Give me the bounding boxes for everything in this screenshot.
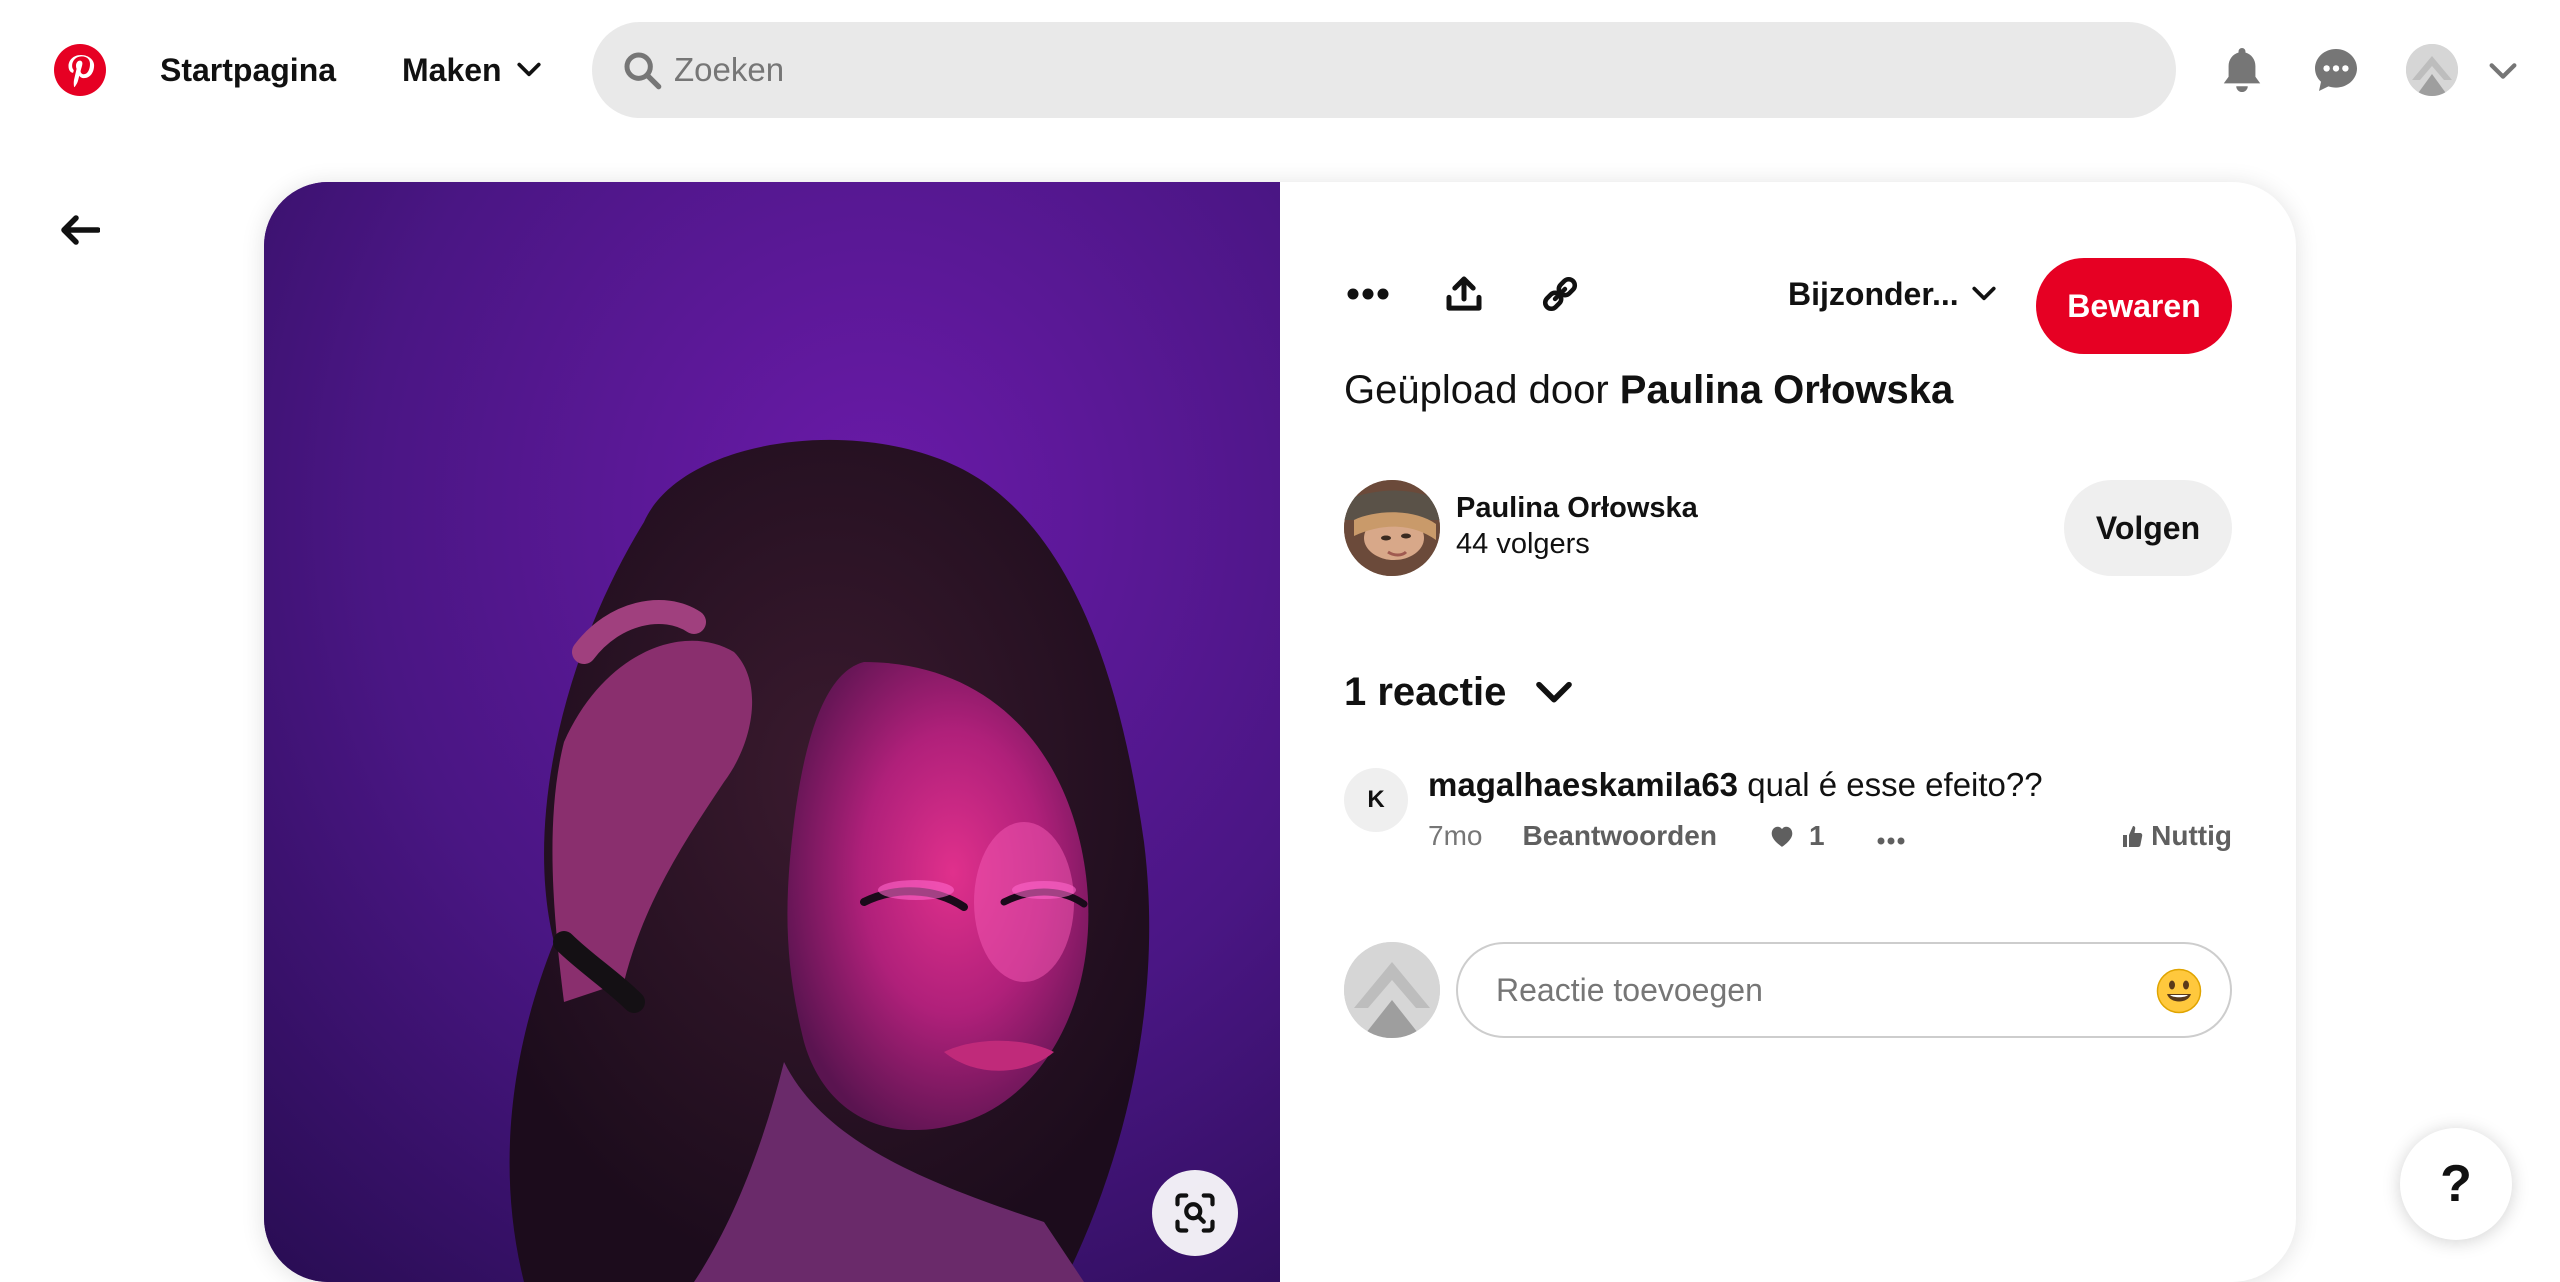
copy-link-button[interactable] [1524, 258, 1596, 330]
more-options-icon [1877, 837, 1905, 845]
pinterest-logo-icon[interactable] [54, 44, 106, 96]
notifications-bell-icon [2223, 47, 2261, 93]
more-options-button[interactable] [1332, 258, 1404, 330]
pin-details: Bijzonder... Bewaren Geüpload door Pauli… [1280, 182, 2296, 1282]
share-button[interactable] [1428, 258, 1500, 330]
search-bar[interactable] [592, 22, 2176, 118]
uploaded-by-prefix: Geüpload door [1344, 368, 1609, 412]
messages-icon [2315, 49, 2357, 91]
default-avatar-icon [1344, 942, 1440, 1038]
save-button[interactable]: Bewaren [2036, 258, 2232, 354]
pin-closeup-card: Bijzonder... Bewaren Geüpload door Pauli… [264, 182, 2296, 1282]
nav-home-label: Startpagina [160, 51, 337, 88]
uploaded-by-name[interactable]: Paulina Orłowska [1620, 368, 1953, 412]
save-button-label: Bewaren [2067, 287, 2201, 324]
helpful-label: Nuttig [2151, 820, 2232, 851]
help-button[interactable]: ? [2400, 1128, 2512, 1240]
visual-search-button[interactable] [1152, 1170, 1238, 1256]
uploaded-by-text: Geüpload door Paulina Orłowska [1344, 368, 1953, 413]
creator-followers: 44 volgers [1456, 528, 1590, 560]
thumbs-up-icon [2123, 826, 2143, 847]
comment-more-button[interactable] [1877, 820, 1905, 852]
default-avatar-icon [2406, 44, 2458, 96]
creator-photo [1344, 480, 1440, 576]
creator-avatar[interactable] [1344, 480, 1440, 576]
comment-time: 7mo [1428, 820, 1483, 851]
comment-meta: 7mo Beantwoorden 1 [1428, 816, 1905, 856]
comment-body: qual é esse efeito?? [1747, 766, 2043, 803]
comment-like-count: 1 [1808, 820, 1825, 851]
comment-author[interactable]: magalhaeskamila63 [1428, 766, 1738, 803]
arrow-left-icon [61, 215, 100, 245]
more-options-icon [1347, 288, 1389, 300]
help-label: ? [2440, 1155, 2472, 1213]
current-user-avatar [1344, 942, 1440, 1038]
portrait-photo [264, 182, 1280, 1282]
top-nav: Startpagina Maken [0, 0, 2560, 140]
comments-count: 1 reactie [1344, 670, 1507, 714]
comment-text: magalhaeskamila63 qual é esse efeito?? [1428, 766, 2043, 804]
nav-home-link[interactable]: Startpagina [142, 42, 354, 98]
comments-toggle[interactable]: 1 reactie [1344, 670, 1574, 715]
follow-button[interactable]: Volgen [2064, 480, 2232, 576]
search-input[interactable] [672, 22, 2132, 118]
comment-avatar-letter: K [1367, 786, 1385, 813]
messages-button[interactable] [2306, 40, 2366, 100]
nav-create-menu[interactable]: Maken [384, 42, 560, 98]
add-comment-field[interactable] [1456, 942, 2232, 1038]
helpful-button[interactable]: Nuttig [2121, 816, 2232, 856]
comment-like-button[interactable]: 1 [1769, 820, 1825, 852]
comment-author-avatar[interactable]: K [1344, 768, 1408, 832]
copy-link-icon [1542, 276, 1578, 312]
chevron-down-icon [517, 62, 541, 77]
notifications-button[interactable] [2212, 40, 2272, 100]
creator-name[interactable]: Paulina Orłowska [1456, 492, 1698, 525]
board-selector[interactable]: Bijzonder... [1788, 262, 1997, 326]
board-selector-label: Bijzonder... [1788, 275, 1959, 312]
emoji-smiley-icon[interactable] [2156, 968, 2202, 1014]
add-comment-input[interactable] [1494, 944, 2134, 1036]
chevron-down-icon[interactable] [2486, 54, 2520, 88]
heart-icon [1771, 826, 1793, 847]
back-button[interactable] [50, 200, 110, 260]
search-icon [624, 52, 662, 90]
nav-create-label: Maken [402, 51, 502, 88]
visual-search-icon [1175, 1193, 1215, 1233]
reply-button[interactable]: Beantwoorden [1522, 820, 1716, 852]
share-upload-icon [1446, 276, 1482, 311]
account-avatar[interactable] [2406, 44, 2458, 96]
chevron-down-icon [1536, 681, 1573, 702]
follow-button-label: Volgen [2095, 509, 2201, 546]
chevron-down-icon [1972, 286, 1996, 301]
pin-image[interactable] [264, 182, 1280, 1282]
